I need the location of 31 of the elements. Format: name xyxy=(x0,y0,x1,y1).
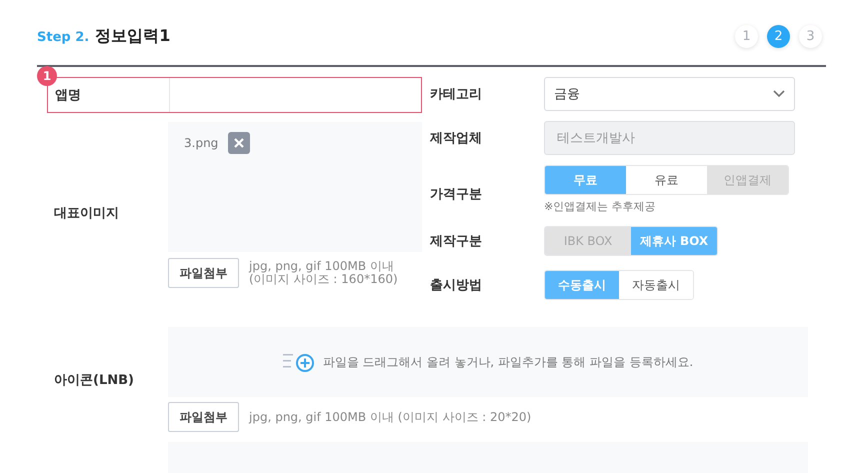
drop-zone[interactable]: 파일을 드래그해서 올려 놓거나, 파일추가를 통해 파일을 등록하세요. xyxy=(168,327,808,397)
step-indicator[interactable]: 1 xyxy=(735,24,758,48)
field-label: 출시방법 xyxy=(430,277,483,294)
option-button[interactable]: 제휴사 BOX xyxy=(631,227,717,255)
option-button[interactable]: 무료 xyxy=(545,166,626,194)
note-text: ※인앱결제는 추후제공 xyxy=(544,199,657,214)
add-file-icon xyxy=(282,352,315,372)
chevron-down-icon xyxy=(773,90,785,98)
field-label: 제작구분 xyxy=(430,233,483,250)
hint-text: jpg, png, gif 100MB 이내 (이미지 사이즈 : 20*20) xyxy=(249,410,532,424)
close-icon xyxy=(234,138,244,148)
number-badge: 1 xyxy=(37,66,57,86)
option-button[interactable]: 수동출시 xyxy=(545,271,619,299)
field-label: 앱명 xyxy=(54,87,82,104)
file-name: 3.png xyxy=(184,135,218,152)
field-label: 제작업체 xyxy=(430,130,483,147)
step-indicator[interactable]: 3 xyxy=(799,24,822,48)
step-indicator[interactable]: 2 xyxy=(767,24,790,48)
step-label: Step 2. xyxy=(37,30,90,44)
drop-text: 파일을 드래그해서 올려 놓거나, 파일추가를 통해 파일을 등록하세요. xyxy=(322,354,694,370)
field-label: 대표이미지 xyxy=(53,205,120,222)
field-label: 카테고리 xyxy=(430,86,483,103)
page-title: 정보입력1 xyxy=(95,26,170,46)
close-button[interactable] xyxy=(228,132,250,154)
attach-button[interactable]: 파일첨부 xyxy=(168,402,239,432)
field-label: 가격구분 xyxy=(430,186,483,202)
hint-text: (이미지 사이즈 : 160*160) xyxy=(249,273,398,286)
category-select[interactable]: 금융 xyxy=(544,77,795,111)
attach-button[interactable]: 파일첨부 xyxy=(168,258,239,288)
hint-text: jpg, png, gif 100MB 이내 xyxy=(249,260,395,273)
field-label: 아이콘(LNB) xyxy=(53,372,135,389)
